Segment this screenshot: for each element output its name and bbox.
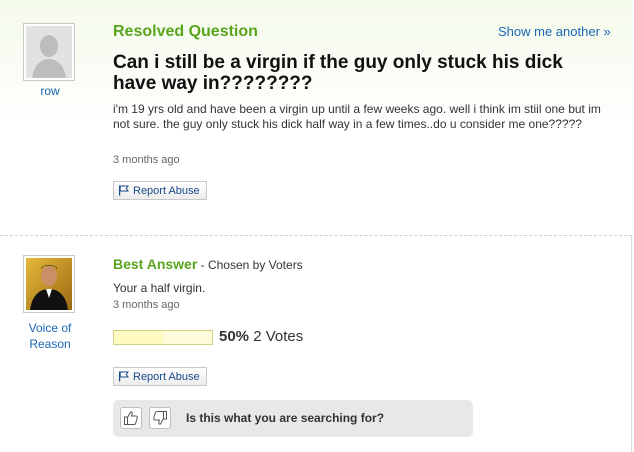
- question-body: i'm 19 yrs old and have been a virgin up…: [113, 102, 601, 131]
- answerer-name-line1: Voice of: [28, 321, 72, 335]
- show-another-link[interactable]: Show me another »: [498, 24, 611, 39]
- question-timestamp: 3 months ago: [113, 154, 180, 166]
- vote-percent: 50%: [219, 328, 250, 345]
- report-abuse-button-answer[interactable]: Report Abuse: [113, 367, 207, 386]
- thumbs-up-button[interactable]: [120, 407, 142, 429]
- thumbs-up-icon: [124, 411, 138, 425]
- vote-summary: 50% 2 Votes: [219, 328, 303, 345]
- report-abuse-label: Report Abuse: [133, 370, 200, 383]
- page-frame: row Resolved Question Show me another » …: [0, 0, 632, 452]
- section-divider: [0, 235, 632, 236]
- answerer-avatar[interactable]: [23, 255, 75, 313]
- asker-avatar[interactable]: [23, 23, 75, 81]
- answerer-name-line2: Reason: [29, 337, 71, 351]
- thumbs-down-icon: [153, 411, 167, 425]
- vote-count: 2 Votes: [249, 328, 304, 345]
- report-abuse-label: Report Abuse: [133, 184, 200, 197]
- vote-progress-fill: [114, 331, 163, 344]
- default-avatar-icon: [26, 26, 72, 78]
- flag-icon: [119, 185, 129, 196]
- flag-icon: [119, 371, 129, 382]
- answerer-name-link[interactable]: Voice of Reason: [19, 320, 81, 352]
- best-answer-heading: Best Answer - Chosen by Voters: [113, 256, 303, 272]
- answer-timestamp: 3 months ago: [113, 299, 180, 311]
- answer-text: Your a half virgin.: [113, 281, 206, 295]
- asker-name-link[interactable]: row: [23, 83, 77, 99]
- search-feedback-bar: Is this what you are searching for?: [113, 400, 473, 437]
- user-photo-icon: [26, 258, 72, 310]
- report-abuse-button-question[interactable]: Report Abuse: [113, 181, 207, 200]
- feedback-prompt: Is this what you are searching for?: [186, 411, 385, 425]
- best-answer-title: Best Answer: [113, 256, 198, 272]
- vote-progress-bar: [113, 330, 213, 345]
- question-title: Can i still be a virgin if the guy only …: [113, 52, 563, 94]
- thumbs-down-button[interactable]: [149, 407, 171, 429]
- resolved-question-heading: Resolved Question: [113, 23, 258, 40]
- chosen-by-label: - Chosen by Voters: [197, 258, 303, 272]
